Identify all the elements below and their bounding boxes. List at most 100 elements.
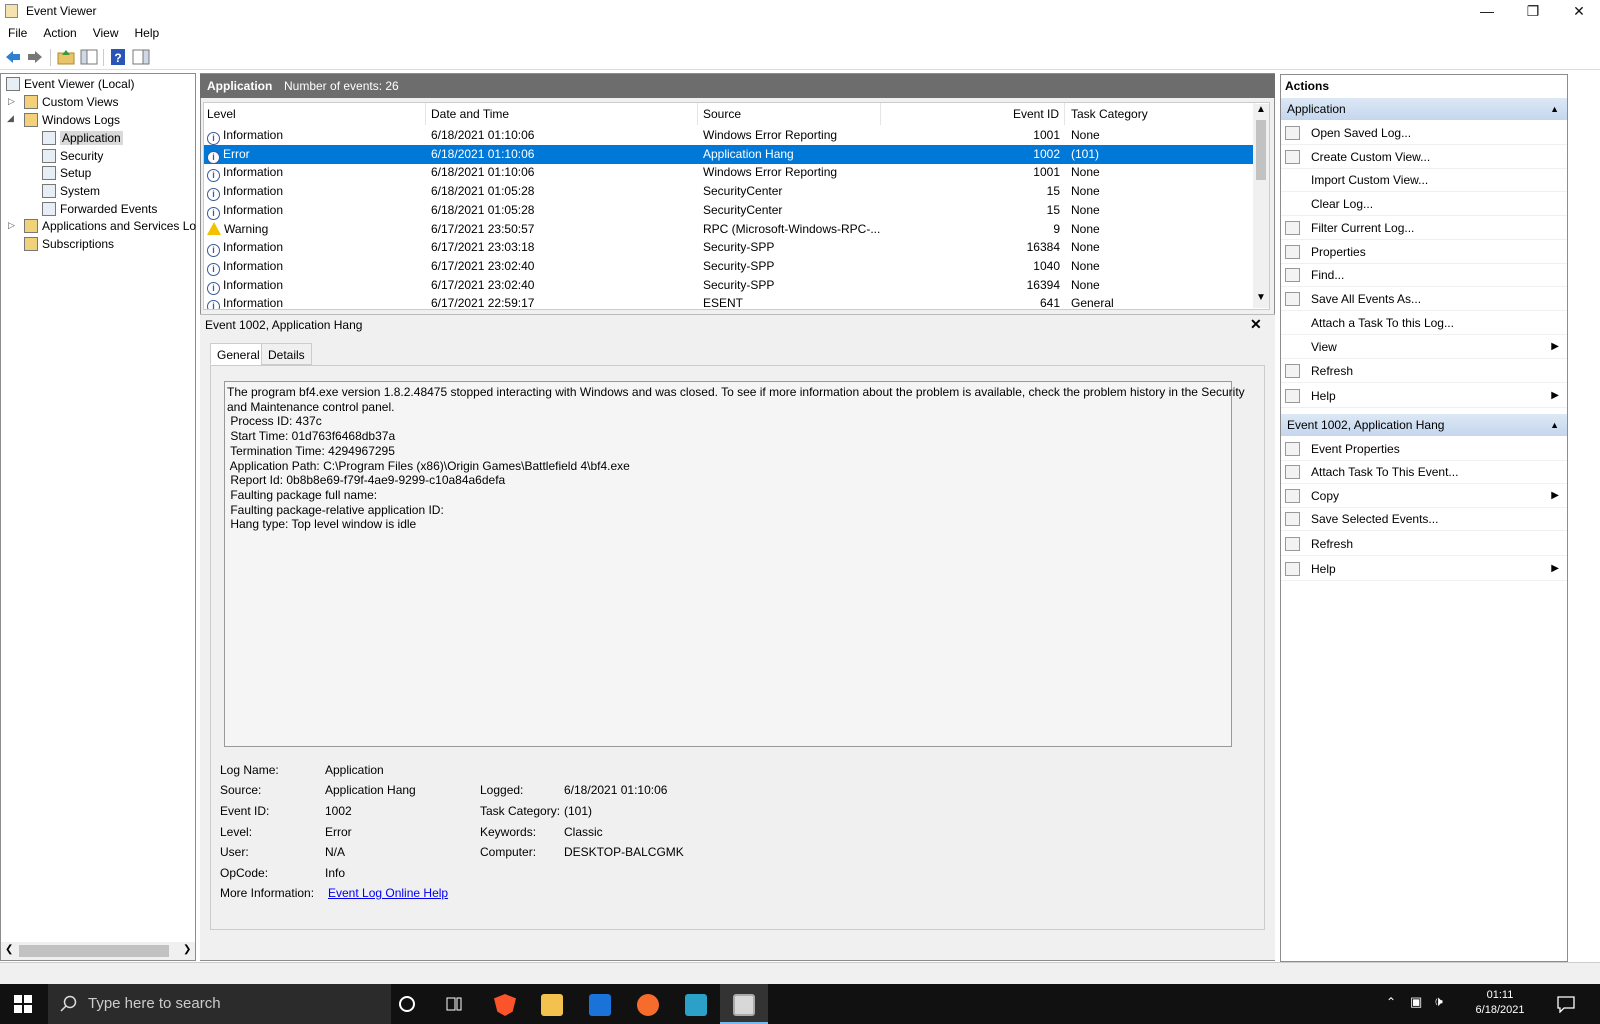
mail-icon[interactable] — [589, 994, 611, 1016]
tree-item-forwarded-events[interactable]: Forwarded Events — [42, 200, 157, 218]
volume-icon[interactable]: 🕩 — [1434, 993, 1443, 1010]
actions-title: Actions — [1281, 75, 1567, 97]
table-row[interactable]: i Information 6/17/2021 23:02:40 Security-S… — [204, 276, 1256, 295]
scrollbar-thumb[interactable] — [1256, 120, 1266, 180]
action-label: Filter Current Log... — [1311, 221, 1415, 235]
close-detail-icon[interactable]: ✕ — [1250, 316, 1262, 333]
action-item[interactable]: Copy ▶ — [1281, 484, 1567, 508]
scroll-up-icon[interactable]: ▲ — [1256, 104, 1266, 115]
user-label: User: — [220, 845, 249, 859]
scroll-down-icon[interactable]: ▼ — [1256, 292, 1266, 303]
show-hide-action-pane-icon[interactable] — [132, 48, 150, 66]
action-item[interactable]: Attach a Task To this Log... — [1281, 311, 1567, 335]
task-category-label: Task Category: — [480, 804, 561, 818]
table-row[interactable]: i Information 6/18/2021 01:05:28 SecurityCe… — [204, 182, 1256, 202]
action-item[interactable]: Find... — [1281, 263, 1567, 287]
action-item[interactable]: Help ▶ — [1281, 384, 1567, 408]
source-cell: Security-SPP — [703, 240, 775, 255]
help-icon[interactable]: ? — [109, 48, 127, 66]
tree-item-system[interactable]: System — [42, 182, 100, 200]
back-arrow-icon[interactable] — [4, 48, 22, 66]
table-row[interactable]: i Information 6/17/2021 22:59:17 ESENT 641 Ge… — [204, 294, 1256, 309]
action-item[interactable]: Save Selected Events... — [1281, 507, 1567, 531]
cortana-icon[interactable] — [398, 995, 416, 1013]
scrollbar-thumb[interactable] — [19, 945, 169, 957]
table-row[interactable]: Warning 6/17/2021 23:50:57 RPC (Microsoft-… — [204, 220, 1256, 239]
table-row[interactable]: i Information 6/18/2021 01:05:28 SecurityCe… — [204, 201, 1256, 220]
restore-button[interactable]: ❐ — [1510, 0, 1556, 23]
action-item[interactable]: Import Custom View... — [1281, 168, 1567, 192]
action-item[interactable]: Help ▶ — [1281, 557, 1567, 581]
description-line: Hang type: Top level window is idle — [227, 517, 417, 532]
notifications-icon[interactable] — [1557, 995, 1575, 1013]
tab-general[interactable]: General — [210, 343, 267, 365]
file-explorer-icon[interactable] — [541, 994, 563, 1016]
tab-details[interactable]: Details — [261, 343, 312, 365]
tree-horizontal-scrollbar[interactable]: ❮ ❯ — [1, 942, 195, 960]
menu-file[interactable]: File — [0, 23, 35, 43]
tree-item-event-viewer-local[interactable]: Event Viewer (Local) — [6, 75, 135, 93]
network-icon[interactable]: ▣ — [1410, 994, 1422, 1010]
action-item[interactable]: Properties — [1281, 240, 1567, 264]
table-row[interactable]: i Information 6/18/2021 01:10:06 Windows Er… — [204, 126, 1256, 145]
tree-item-setup[interactable]: Setup — [42, 164, 91, 182]
actions-section-application[interactable]: Application ▲ — [1281, 98, 1567, 120]
action-item[interactable]: Filter Current Log... — [1281, 216, 1567, 240]
forward-arrow-icon[interactable] — [26, 48, 44, 66]
tree-item-custom-views[interactable]: Custom Views — [24, 93, 118, 111]
show-hidden-icons-icon[interactable]: ⌃ — [1386, 995, 1396, 1009]
column-header-event-id[interactable]: Event ID — [881, 103, 1065, 125]
taskbar-clock[interactable]: 01:11 6/18/2021 — [1460, 988, 1540, 1018]
start-windows-icon[interactable] — [14, 995, 32, 1013]
action-item[interactable]: Save All Events As... — [1281, 287, 1567, 311]
tree-item-security[interactable]: Security — [42, 147, 103, 165]
actions-section-event[interactable]: Event 1002, Application Hang ▲ — [1281, 414, 1567, 436]
collapse-section-icon[interactable]: ▲ — [1550, 414, 1559, 436]
properties-icon — [1285, 245, 1300, 259]
date-cell: 6/18/2021 01:10:06 — [431, 146, 535, 161]
menu-help[interactable]: Help — [127, 23, 168, 43]
description-line: Termination Time: 4294967295 — [227, 443, 395, 458]
action-item[interactable]: Attach Task To This Event... — [1281, 460, 1567, 484]
action-item[interactable]: View ▶ — [1281, 335, 1567, 359]
action-item[interactable]: Event Properties — [1281, 437, 1567, 461]
scroll-right-icon[interactable]: ❯ — [183, 944, 191, 955]
action-item[interactable]: Open Saved Log... — [1281, 121, 1567, 145]
app-stack-icon[interactable] — [685, 994, 707, 1016]
menu-action[interactable]: Action — [35, 23, 84, 43]
collapse-arrow-icon[interactable]: ◢ — [7, 113, 14, 124]
expand-arrow-icon[interactable]: ▷ — [8, 96, 15, 107]
task-view-icon[interactable] — [445, 995, 463, 1013]
tree-item-subscriptions[interactable]: Subscriptions — [24, 235, 114, 253]
tree-item-windows-logs[interactable]: Windows Logs — [24, 111, 120, 129]
events-vertical-scrollbar[interactable]: ▲ ▼ — [1253, 104, 1269, 308]
taskbar-search-input[interactable]: Type here to search — [48, 984, 391, 1024]
scroll-left-icon[interactable]: ❮ — [5, 944, 13, 955]
menu-view[interactable]: View — [85, 23, 127, 43]
column-header-task-category[interactable]: Task Category — [1065, 103, 1255, 125]
expand-arrow-icon[interactable]: ▷ — [8, 220, 15, 231]
action-item[interactable]: Refresh — [1281, 532, 1567, 556]
source-label: Source: — [220, 783, 262, 797]
log-icon — [42, 131, 56, 145]
minimize-button[interactable]: — — [1464, 0, 1510, 23]
table-row[interactable]: i Information 6/17/2021 23:02:40 Security-S… — [204, 257, 1256, 276]
collapse-section-icon[interactable]: ▲ — [1550, 98, 1559, 120]
origin-icon[interactable] — [637, 994, 659, 1016]
action-item[interactable]: Create Custom View... — [1281, 145, 1567, 169]
tree-item-application[interactable]: Application — [42, 129, 123, 147]
close-window-button[interactable]: ✕ — [1556, 0, 1600, 23]
table-row[interactable]: i Information 6/17/2021 23:03:18 Security-S… — [204, 238, 1256, 258]
column-header-source[interactable]: Source — [698, 103, 881, 125]
column-header-date[interactable]: Date and Time — [426, 103, 698, 125]
tree-item-applications-and-services[interactable]: Applications and Services Lo — [24, 217, 196, 235]
up-folder-icon[interactable] — [57, 48, 75, 66]
table-row[interactable]: i Information 6/18/2021 01:10:06 Windows Er… — [204, 163, 1256, 183]
column-header-level[interactable]: Level — [204, 103, 426, 125]
date-cell: 6/18/2021 01:05:28 — [431, 184, 535, 199]
action-item[interactable]: Clear Log... — [1281, 192, 1567, 216]
event-log-online-help-link[interactable]: Event Log Online Help — [328, 886, 448, 900]
action-item[interactable]: Refresh — [1281, 359, 1567, 383]
table-row[interactable]: i Error 6/18/2021 01:10:06 Application Hang… — [204, 144, 1256, 164]
show-hide-console-tree-icon[interactable] — [80, 48, 98, 66]
